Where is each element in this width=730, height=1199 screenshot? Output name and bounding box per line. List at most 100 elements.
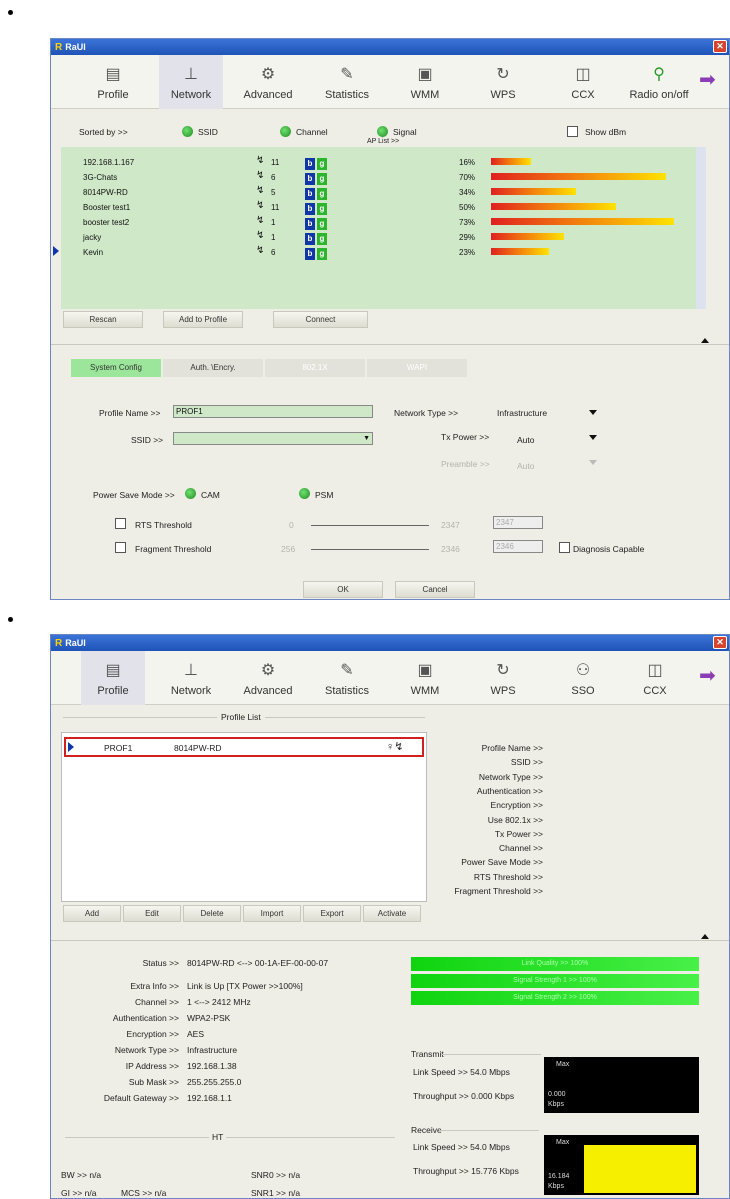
close-button[interactable]: ✕ xyxy=(713,636,727,649)
ap-signal-bar xyxy=(491,203,616,210)
sort-channel-radio[interactable] xyxy=(280,126,291,137)
sort-ssid-radio[interactable] xyxy=(182,126,193,137)
ssid-select[interactable]: ▼ xyxy=(173,432,373,445)
profile-export-button[interactable]: Export xyxy=(303,905,361,922)
toolbar-sso[interactable]: ⚇ SSO xyxy=(551,651,615,705)
profile-name-input[interactable]: PROF1 xyxy=(173,405,373,418)
connect-button[interactable]: Connect xyxy=(273,311,368,328)
collapse-arrow-icon[interactable] xyxy=(701,338,709,343)
radio-icon: ⚲ xyxy=(653,66,665,83)
fragment-input[interactable]: 2346 xyxy=(493,540,543,553)
status-value: 192.168.1.38 xyxy=(187,1061,237,1071)
ap-channel: 11 xyxy=(271,158,280,167)
network-type-value[interactable]: Infrastructure xyxy=(497,408,547,418)
tx-power-value[interactable]: Auto xyxy=(517,435,535,445)
sort-ssid-label: SSID xyxy=(198,127,218,137)
band-g-icon: g xyxy=(317,233,327,245)
band-g-icon: g xyxy=(317,188,327,200)
toolbar-ccx[interactable]: ◫ CCX xyxy=(623,651,687,705)
collapse-arrow-icon[interactable] xyxy=(701,934,709,939)
status-value: Link is Up [TX Power >>100%] xyxy=(187,981,303,991)
ap-list-row[interactable]: booster test2 ↯ 1 b g 73% xyxy=(61,215,706,230)
network-icon: ⊥ xyxy=(184,66,198,83)
toolbar-wmm[interactable]: ▣ WMM xyxy=(393,55,457,109)
toolbar-ccx[interactable]: ◫ CCX xyxy=(551,55,615,109)
profile-row[interactable]: PROF1 8014PW-RD ♀↯ xyxy=(64,737,424,757)
toolbar-advanced[interactable]: ⚙ Advanced xyxy=(236,55,300,109)
ap-list-row[interactable]: Kevin ↯ 6 b g 23% xyxy=(61,245,706,260)
diagnosis-checkbox[interactable] xyxy=(559,542,570,553)
tx-power-dropdown-icon[interactable] xyxy=(589,435,597,440)
ap-list: 192.168.1.167 ↯ 11 b g 16% 3G-Chats ↯ 6 b g 70% 8014… xyxy=(61,147,706,309)
next-arrow-icon[interactable]: ➡ xyxy=(699,665,721,687)
toolbar-statistics[interactable]: ✎ Statistics xyxy=(315,55,379,109)
toolbar-network[interactable]: ⊥ Network xyxy=(159,651,223,705)
fragment-max: 2346 xyxy=(441,544,460,554)
toolbar-wmm[interactable]: ▣ WMM xyxy=(393,651,457,705)
toolbar-profile[interactable]: ▤ Profile xyxy=(81,55,145,109)
profile-import-button[interactable]: Import xyxy=(243,905,301,922)
gears-icon: ⚙ xyxy=(260,662,276,679)
ap-list-row[interactable]: Booster test1 ↯ 11 b g 50% xyxy=(61,200,706,215)
ap-list-row[interactable]: 8014PW-RD ↯ 5 b g 34% xyxy=(61,185,706,200)
profile-edit-button[interactable]: Edit xyxy=(123,905,181,922)
toolbar-label: WMM xyxy=(410,89,440,101)
ap-list-row[interactable]: jacky ↯ 1 b g 29% xyxy=(61,230,706,245)
tab-auth-encry[interactable]: Auth. \Encry. xyxy=(163,359,263,377)
connected-icon: ♀↯ xyxy=(386,741,404,753)
wps-icon: ↻ xyxy=(496,662,510,679)
signal-type-icon: ↯ xyxy=(256,170,265,181)
toolbar: ▤ Profile ⊥ Network ⚙ Advanced ✎ Statistics … xyxy=(51,651,729,705)
profile-delete-button[interactable]: Delete xyxy=(183,905,241,922)
rts-checkbox[interactable] xyxy=(115,518,126,529)
tab-wapi[interactable]: WAPI xyxy=(367,359,467,377)
cam-radio[interactable] xyxy=(185,488,196,499)
tab-system-config[interactable]: System Config xyxy=(71,359,161,377)
profile-add-button[interactable]: Add xyxy=(63,905,121,922)
toolbar: ▤ Profile ⊥ Network ⚙ Advanced ✎ Statistics … xyxy=(51,55,729,109)
network-type-dropdown-icon[interactable] xyxy=(589,410,597,415)
fragment-checkbox[interactable] xyxy=(115,542,126,553)
add-to-profile-button[interactable]: Add to Profile xyxy=(163,311,243,328)
psm-radio[interactable] xyxy=(299,488,310,499)
toolbar-radio[interactable]: ⚲ Radio on/off xyxy=(623,55,695,109)
sort-signal-radio[interactable] xyxy=(377,126,388,137)
ccx-icon: ◫ xyxy=(575,66,591,83)
band-b-icon: b xyxy=(305,248,315,260)
network-icon: ⊥ xyxy=(184,662,198,679)
ap-list-row[interactable]: 192.168.1.167 ↯ 11 b g 16% xyxy=(61,155,706,170)
signal-type-icon: ↯ xyxy=(256,185,265,196)
profile-row-ssid: 8014PW-RD xyxy=(174,743,222,753)
rts-slider[interactable] xyxy=(311,525,429,526)
toolbar-wps[interactable]: ↻ WPS xyxy=(471,651,535,705)
divider xyxy=(51,940,729,941)
ok-button[interactable]: OK xyxy=(303,581,383,598)
profile-activate-button[interactable]: Activate xyxy=(363,905,421,922)
rts-input[interactable]: 2347 xyxy=(493,516,543,529)
toolbar-statistics[interactable]: ✎ Statistics xyxy=(315,651,379,705)
sso-icon: ⚇ xyxy=(575,662,591,679)
close-button[interactable]: ✕ xyxy=(713,40,727,53)
tab-8021x[interactable]: 802.1X xyxy=(265,359,365,377)
toolbar-advanced[interactable]: ⚙ Advanced xyxy=(236,651,300,705)
ap-signal-bar xyxy=(491,173,666,180)
status-value: 192.168.1.1 xyxy=(187,1093,232,1103)
rescan-button[interactable]: Rescan xyxy=(63,311,143,328)
cancel-button[interactable]: Cancel xyxy=(395,581,475,598)
toolbar-profile[interactable]: ▤ Profile xyxy=(81,651,145,705)
toolbar-network[interactable]: ⊥ Network xyxy=(159,55,223,109)
ap-signal-bar xyxy=(491,188,576,195)
show-dbm-checkbox[interactable] xyxy=(567,126,578,137)
profile-list-title: Profile List xyxy=(217,712,265,722)
band-b-icon: b xyxy=(305,203,315,215)
ap-list-row[interactable]: 3G-Chats ↯ 6 b g 70% xyxy=(61,170,706,185)
tx-scope-value: 0.000 xyxy=(548,1091,566,1098)
ap-signal: 34% xyxy=(459,188,476,197)
next-arrow-icon[interactable]: ➡ xyxy=(699,69,721,91)
window-title: RaUI xyxy=(65,42,86,52)
profile-detail-label: Encryption >> xyxy=(490,800,543,811)
toolbar-wps[interactable]: ↻ WPS xyxy=(471,55,535,109)
status-value: AES xyxy=(187,1029,205,1039)
title-bar: R RaUI ✕ xyxy=(51,635,729,651)
fragment-slider[interactable] xyxy=(311,549,429,550)
